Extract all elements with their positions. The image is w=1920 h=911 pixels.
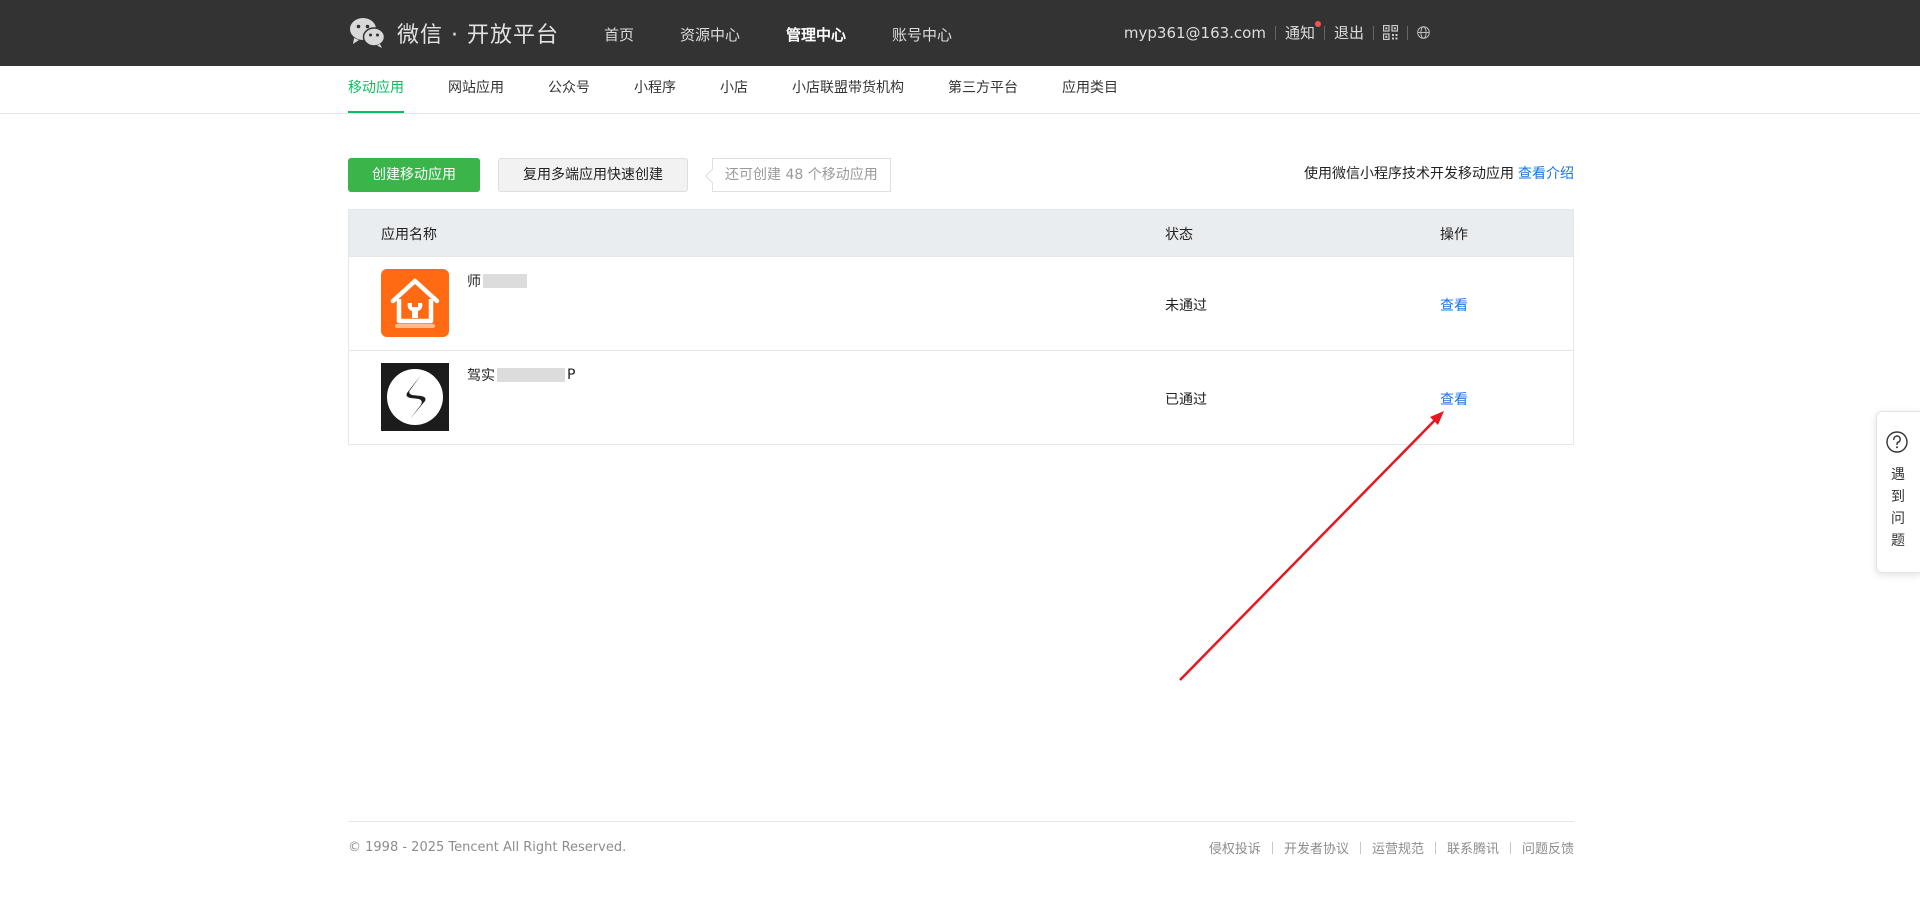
tab-mini-program[interactable]: 小程序	[634, 66, 676, 111]
redacted-mask	[483, 274, 527, 288]
wechat-logo[interactable]: 微信 · 开放平台	[349, 17, 559, 49]
top-nav-account[interactable]: 账号中心	[892, 24, 952, 45]
question-icon	[1886, 431, 1908, 453]
status-cell: 未通过	[1165, 298, 1207, 314]
notify-link[interactable]: 通知	[1284, 21, 1321, 43]
header-operation: 操作	[1440, 227, 1468, 243]
help-widget[interactable]: 遇到问题	[1876, 411, 1920, 573]
top-nav-home[interactable]: 首页	[604, 24, 634, 45]
globe-icon[interactable]	[1417, 26, 1430, 39]
divider	[1359, 841, 1361, 854]
notify-label: 通知	[1284, 24, 1315, 42]
app-table: 应用名称 状态 操作 师 未通过 查看 驾实 P 已通过 查看	[348, 209, 1574, 445]
tab-mobile-app[interactable]: 移动应用	[348, 66, 404, 113]
tab-app-category[interactable]: 应用类目	[1062, 66, 1118, 111]
notify-badge-dot	[1314, 21, 1321, 27]
footer-link-infringement[interactable]: 侵权投诉	[1209, 838, 1261, 857]
app-name-visible: 驾实	[467, 368, 495, 384]
app-name-suffix: P	[567, 367, 576, 383]
user-email[interactable]: myp361@163.com	[1124, 24, 1266, 42]
footer-links: 侵权投诉 开发者协议 运营规范 联系腾讯 问题反馈	[1209, 838, 1574, 857]
app-icon-house-wrench[interactable]	[381, 269, 449, 337]
divider	[1323, 25, 1325, 40]
view-intro-link[interactable]: 查看介绍	[1518, 166, 1574, 182]
footer-link-operation-rules[interactable]: 运营规范	[1372, 838, 1424, 857]
qrcode-icon[interactable]	[1383, 25, 1398, 40]
footer-link-developer-agreement[interactable]: 开发者协议	[1284, 838, 1349, 857]
intro-text: 使用微信小程序技术开发移动应用 查看介绍	[1304, 163, 1574, 183]
reuse-multi-app-button[interactable]: 复用多端应用快速创建	[498, 158, 688, 192]
divider	[1274, 25, 1276, 40]
house-wrench-icon	[381, 269, 449, 337]
top-nav-resources[interactable]: 资源中心	[680, 24, 740, 45]
view-app-link[interactable]: 查看	[1440, 389, 1468, 409]
table-row: 驾实 P 已通过 查看	[349, 350, 1573, 444]
header-status: 状态	[1165, 227, 1193, 243]
divider	[1509, 841, 1511, 854]
top-nav: 首页 资源中心 管理中心 账号中心	[604, 24, 998, 45]
intro-label: 使用微信小程序技术开发移动应用	[1304, 166, 1514, 182]
logout-link[interactable]: 退出	[1334, 22, 1364, 43]
app-icon-s-logo[interactable]	[381, 363, 449, 431]
divider	[1373, 25, 1374, 40]
divider	[1434, 841, 1436, 854]
tab-third-party-platform[interactable]: 第三方平台	[948, 66, 1018, 111]
footer-divider	[348, 821, 1574, 822]
s-logo-icon	[381, 363, 449, 431]
view-app-link[interactable]: 查看	[1440, 295, 1468, 315]
status-cell: 已通过	[1165, 392, 1207, 408]
divider	[1271, 841, 1273, 854]
redacted-mask	[497, 368, 565, 382]
app-name: 师	[467, 271, 529, 291]
tab-website-app[interactable]: 网站应用	[448, 66, 504, 111]
footer-link-contact[interactable]: 联系腾讯	[1447, 838, 1499, 857]
wechat-logo-icon	[350, 18, 385, 48]
sub-nav: 移动应用 网站应用 公众号 小程序 小店 小店联盟带货机构 第三方平台 应用类目	[0, 66, 1920, 114]
remaining-quota-tip: 还可创建 48 个移动应用	[712, 158, 891, 192]
brand-title: 微信 · 开放平台	[397, 23, 559, 48]
tab-shop[interactable]: 小店	[720, 66, 748, 111]
footer-link-feedback[interactable]: 问题反馈	[1522, 838, 1574, 857]
top-bar: 微信 · 开放平台 首页 资源中心 管理中心 账号中心 myp361@163.c…	[0, 0, 1920, 66]
tab-shop-alliance[interactable]: 小店联盟带货机构	[792, 66, 904, 111]
divider	[1407, 25, 1408, 40]
table-header: 应用名称 状态 操作	[349, 210, 1573, 256]
app-name-visible: 师	[467, 274, 481, 290]
user-area: myp361@163.com 通知 退出	[1124, 21, 1430, 43]
app-name: 驾实 P	[467, 365, 575, 385]
header-app-name: 应用名称	[381, 227, 437, 243]
create-mobile-app-button[interactable]: 创建移动应用	[348, 158, 480, 192]
top-nav-management[interactable]: 管理中心	[786, 24, 846, 45]
tab-official-account[interactable]: 公众号	[548, 66, 590, 111]
copyright: © 1998 - 2025 Tencent All Right Reserved…	[348, 840, 627, 855]
annotation-arrow	[1179, 411, 1444, 681]
table-row: 师 未通过 查看	[349, 256, 1573, 350]
help-label: 遇到问题	[1891, 467, 1905, 549]
